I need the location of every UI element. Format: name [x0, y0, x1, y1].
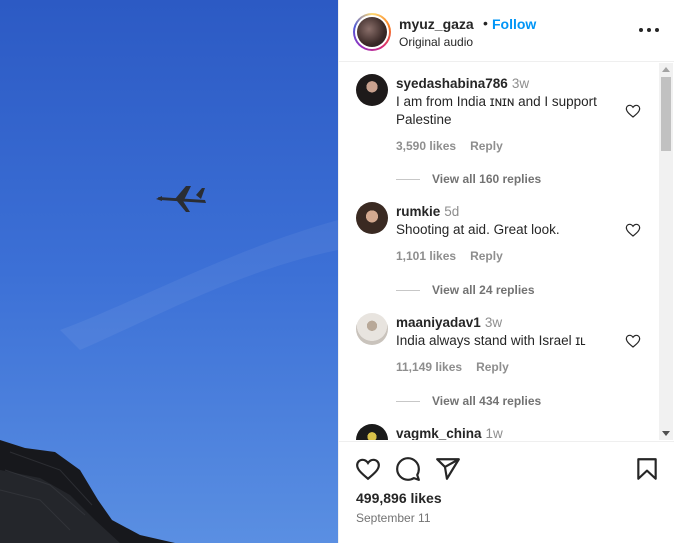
like-count[interactable]: 499,896 likes — [356, 490, 442, 506]
comment-text: India always stand with Israel ɪʟ — [396, 333, 586, 348]
audio-label[interactable]: Original audio — [399, 35, 473, 49]
reply-button[interactable]: Reply — [470, 249, 503, 263]
separator-dot: • — [483, 15, 488, 31]
scroll-up-icon[interactable] — [662, 67, 670, 72]
commenter-username[interactable]: syedashabina786 — [396, 76, 508, 91]
heart-icon[interactable] — [625, 333, 641, 349]
follow-button[interactable]: Follow — [492, 16, 536, 32]
scroll-down-icon[interactable] — [662, 431, 670, 436]
comment-time[interactable]: 3w — [485, 315, 502, 330]
comment-time[interactable]: 3w — [512, 76, 529, 91]
comment-header: syedashabina786 3w — [396, 76, 529, 91]
comment-header: maaniyadav1 3w — [396, 315, 502, 330]
commenter-username[interactable]: maaniyadav1 — [396, 315, 481, 330]
scroll-thumb[interactable] — [661, 77, 671, 151]
commenter-avatar[interactable] — [356, 313, 388, 345]
comments-scrollbar[interactable] — [659, 63, 673, 440]
view-replies[interactable]: View all 160 replies — [396, 172, 541, 186]
commenter-avatar[interactable] — [356, 74, 388, 106]
comment-header: rumkie 5d — [396, 204, 459, 219]
heart-icon[interactable] — [355, 456, 381, 482]
view-replies[interactable]: View all 24 replies — [396, 283, 535, 297]
comment-text: I am from India ɪɴɪɴ and I support Pales… — [396, 94, 597, 127]
comment-text: Shooting at aid. Great look. — [396, 222, 560, 237]
post-panel: myuz_gaza • Follow Original audio syedas… — [338, 0, 674, 543]
bookmark-icon[interactable] — [634, 456, 660, 482]
comment-icon[interactable] — [395, 456, 421, 482]
commenter-username[interactable]: vagmk_china — [396, 426, 482, 440]
view-replies-label[interactable]: View all 24 replies — [432, 283, 535, 297]
comment-meta: 1,101 likes Reply — [396, 249, 517, 263]
commenter-username[interactable]: rumkie — [396, 204, 440, 219]
author-username[interactable]: myuz_gaza — [399, 16, 474, 32]
reply-button[interactable]: Reply — [470, 139, 503, 153]
commenter-avatar[interactable] — [356, 202, 388, 234]
media-scene — [0, 0, 338, 543]
comment-time[interactable]: 1w — [486, 426, 503, 440]
post-date[interactable]: September 11 — [356, 511, 431, 525]
comment-likes[interactable]: 3,590 likes — [396, 139, 456, 153]
comment-time[interactable]: 5d — [444, 204, 459, 219]
commenter-avatar[interactable] — [356, 424, 388, 440]
more-icon[interactable] — [637, 20, 661, 40]
post-media[interactable] — [0, 0, 338, 543]
comment-meta: 11,149 likes Reply — [396, 360, 523, 374]
comments-list: syedashabina786 3w I am from India ɪɴɪɴ a… — [339, 63, 659, 440]
comment-likes[interactable]: 1,101 likes — [396, 249, 456, 263]
view-replies-label[interactable]: View all 434 replies — [432, 394, 541, 408]
comment-meta: 3,590 likes Reply — [396, 139, 517, 153]
heart-icon[interactable] — [625, 222, 641, 238]
view-replies-label[interactable]: View all 160 replies — [432, 172, 541, 186]
reply-button[interactable]: Reply — [476, 360, 509, 374]
author-avatar[interactable] — [353, 13, 391, 51]
heart-icon[interactable] — [625, 103, 641, 119]
comment-header: vagmk_china 1w — [396, 426, 503, 440]
post-header: myuz_gaza • Follow Original audio — [339, 0, 674, 62]
share-icon[interactable] — [435, 456, 461, 482]
action-bar: 499,896 likes September 11 — [339, 441, 674, 543]
comment-likes[interactable]: 11,149 likes — [396, 360, 462, 374]
view-replies[interactable]: View all 434 replies — [396, 394, 541, 408]
